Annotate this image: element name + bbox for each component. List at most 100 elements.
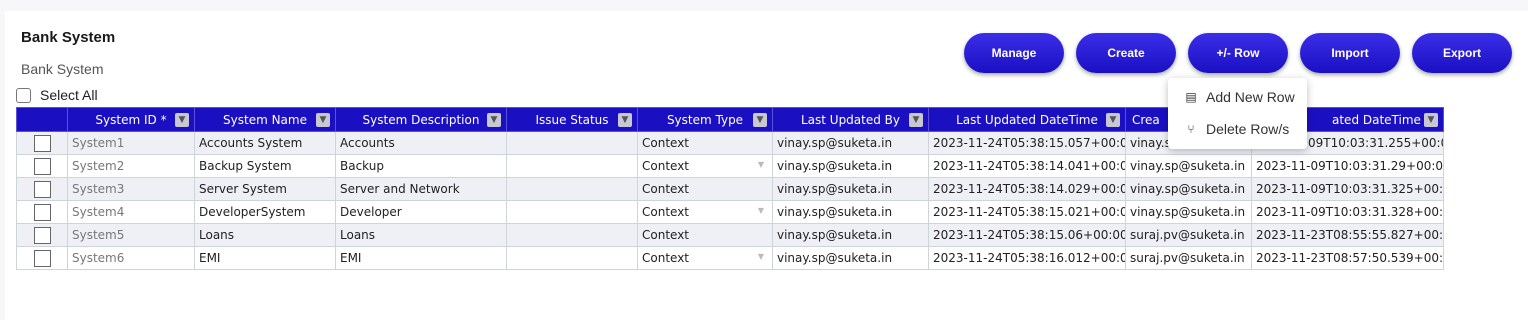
last-updated-datetime-cell[interactable]: 2023-11-24T05:38:14.041+00:00 bbox=[928, 154, 1126, 178]
menu-item-label: Delete Row/s bbox=[1206, 121, 1290, 137]
table-row[interactable]: System2 Backup System Backup Context ▼ vinay.… bbox=[16, 154, 1444, 178]
select-all-label: Select All bbox=[40, 87, 98, 103]
created-by-cell[interactable]: suraj.pv@suketa.in bbox=[1125, 246, 1252, 270]
system-id-cell[interactable]: System1 bbox=[67, 131, 195, 155]
row-checkbox[interactable] bbox=[33, 134, 51, 152]
issue-status-cell[interactable] bbox=[506, 177, 638, 201]
last-updated-by-cell[interactable]: vinay.sp@suketa.in bbox=[772, 154, 929, 178]
filter-icon[interactable]: ▼ bbox=[487, 113, 501, 127]
column-header-system-id[interactable]: System ID * ▼ bbox=[67, 107, 195, 132]
system-type-cell[interactable]: Context bbox=[637, 177, 773, 201]
system-description-cell[interactable]: Loans bbox=[335, 223, 507, 247]
system-description-cell[interactable]: Accounts bbox=[335, 131, 507, 155]
row-checkbox[interactable] bbox=[33, 157, 51, 175]
manage-button[interactable]: Manage bbox=[964, 33, 1064, 73]
created-datetime-cell[interactable]: 2023-11-09T10:03:31.328+00:00 bbox=[1251, 200, 1444, 224]
row-button[interactable]: +/- Row bbox=[1188, 33, 1288, 73]
system-description-cell[interactable]: Backup bbox=[335, 154, 507, 178]
column-header-issue-status[interactable]: Issue Status ▼ bbox=[506, 107, 638, 132]
dropdown-arrow-icon[interactable]: ▼ bbox=[758, 252, 764, 261]
table-row[interactable]: System6 EMI EMI Context ▼ vinay.sp@suketa.in 2… bbox=[16, 246, 1444, 270]
add-new-row-menu-item[interactable]: ▤ Add New Row bbox=[1168, 82, 1307, 112]
issue-status-cell[interactable] bbox=[506, 246, 638, 270]
system-id-cell[interactable]: System3 bbox=[67, 177, 195, 201]
cell-text: 2023-11-09T10:03:31.328+00:00 bbox=[1256, 205, 1444, 219]
delete-rows-menu-item[interactable]: ⑂ Delete Row/s bbox=[1168, 114, 1307, 144]
system-name-cell[interactable]: Loans bbox=[194, 223, 336, 247]
system-name-cell[interactable]: DeveloperSystem bbox=[194, 200, 336, 224]
system-name-cell[interactable]: Server System bbox=[194, 177, 336, 201]
system-name-cell[interactable]: EMI bbox=[194, 246, 336, 270]
created-by-cell[interactable]: vinay.sp@suketa.in bbox=[1125, 154, 1252, 178]
created-datetime-cell[interactable]: 2023-11-23T08:55:55.827+00:00 bbox=[1251, 223, 1444, 247]
system-id-cell[interactable]: System6 bbox=[67, 246, 195, 270]
system-id-cell[interactable]: System4 bbox=[67, 200, 195, 224]
last-updated-by-cell[interactable]: vinay.sp@suketa.in bbox=[772, 246, 929, 270]
table-row[interactable]: System5 Loans Loans Context vinay.sp@suketa.… bbox=[16, 223, 1444, 247]
last-updated-datetime-cell[interactable]: 2023-11-24T05:38:14.029+00:00 bbox=[928, 177, 1126, 201]
created-datetime-cell[interactable]: 2023-11-23T08:57:50.539+00:00 bbox=[1251, 246, 1444, 270]
filter-icon[interactable]: ▼ bbox=[175, 113, 189, 127]
last-updated-datetime-cell[interactable]: 2023-11-24T05:38:15.06+00:00 bbox=[928, 223, 1126, 247]
select-all[interactable]: Select All bbox=[16, 87, 98, 103]
system-description-cell[interactable]: Developer bbox=[335, 200, 507, 224]
issue-status-cell[interactable] bbox=[506, 200, 638, 224]
last-updated-datetime-cell[interactable]: 2023-11-24T05:38:16.012+00:00 bbox=[928, 246, 1126, 270]
last-updated-by-cell[interactable]: vinay.sp@suketa.in bbox=[772, 177, 929, 201]
last-updated-datetime-cell[interactable]: 2023-11-24T05:38:15.021+00:00 bbox=[928, 200, 1126, 224]
dropdown-arrow-icon[interactable]: ▼ bbox=[758, 206, 764, 215]
system-type-cell[interactable]: Context bbox=[637, 131, 773, 155]
filter-icon[interactable]: ▼ bbox=[909, 113, 923, 127]
last-updated-by-cell[interactable]: vinay.sp@suketa.in bbox=[772, 223, 929, 247]
row-checkbox[interactable] bbox=[33, 249, 51, 267]
table-row[interactable]: System3 Server System Server and Network Co… bbox=[16, 177, 1444, 201]
created-by-cell[interactable]: vinay.sp@suketa.in bbox=[1125, 177, 1252, 201]
table-row[interactable]: System4 DeveloperSystem Developer Context ▼ v… bbox=[16, 200, 1444, 224]
created-datetime-cell[interactable]: 2023-11-09T10:03:31.29+00:00 bbox=[1251, 154, 1444, 178]
filter-icon[interactable]: ▼ bbox=[618, 113, 632, 127]
delete-icon: ⑂ bbox=[1187, 122, 1195, 136]
filter-icon[interactable]: ▼ bbox=[316, 113, 330, 127]
last-updated-by-cell[interactable]: vinay.sp@suketa.in bbox=[772, 131, 929, 155]
column-header-last-updated-by[interactable]: Last Updated By ▼ bbox=[772, 107, 929, 132]
column-header-system-type[interactable]: System Type ▼ bbox=[637, 107, 773, 132]
system-type-cell[interactable]: Context ▼ bbox=[637, 200, 773, 224]
system-description-cell[interactable]: EMI bbox=[335, 246, 507, 270]
row-select-cell bbox=[16, 200, 68, 224]
last-updated-by-cell[interactable]: vinay.sp@suketa.in bbox=[772, 200, 929, 224]
cell-text: Context bbox=[642, 251, 690, 265]
create-button[interactable]: Create bbox=[1076, 33, 1176, 73]
column-header-last-updated-datetime[interactable]: Last Updated DateTime ▼ bbox=[928, 107, 1126, 132]
system-type-cell[interactable]: Context ▼ bbox=[637, 154, 773, 178]
system-type-cell[interactable]: Context ▼ bbox=[637, 246, 773, 270]
system-id-cell[interactable]: System2 bbox=[67, 154, 195, 178]
system-description-cell[interactable]: Server and Network bbox=[335, 177, 507, 201]
issue-status-cell[interactable] bbox=[506, 131, 638, 155]
system-name-cell[interactable]: Accounts System bbox=[194, 131, 336, 155]
filter-icon[interactable]: ▼ bbox=[753, 113, 767, 127]
cell-text: Backup System bbox=[199, 159, 292, 173]
system-type-cell[interactable]: Context bbox=[637, 223, 773, 247]
row-checkbox[interactable] bbox=[33, 203, 51, 221]
created-datetime-cell[interactable]: 2023-11-09T10:03:31.325+00:00 bbox=[1251, 177, 1444, 201]
created-by-cell[interactable]: suraj.pv@suketa.in bbox=[1125, 223, 1252, 247]
filter-icon[interactable]: ▼ bbox=[1424, 113, 1438, 127]
created-by-cell[interactable]: vinay.sp@suketa.in bbox=[1125, 200, 1252, 224]
export-button[interactable]: Export bbox=[1412, 33, 1512, 73]
row-checkbox[interactable] bbox=[33, 226, 51, 244]
import-button[interactable]: Import bbox=[1300, 33, 1400, 73]
last-updated-datetime-cell[interactable]: 2023-11-24T05:38:15.057+00:00 bbox=[928, 131, 1126, 155]
column-header-system-name[interactable]: System Name ▼ bbox=[194, 107, 336, 132]
cell-text: Accounts bbox=[340, 136, 395, 150]
column-header-system-description[interactable]: System Description ▼ bbox=[335, 107, 507, 132]
system-id-cell[interactable]: System5 bbox=[67, 223, 195, 247]
cell-text: Context bbox=[642, 182, 690, 196]
system-name-cell[interactable]: Backup System bbox=[194, 154, 336, 178]
issue-status-cell[interactable] bbox=[506, 154, 638, 178]
issue-status-cell[interactable] bbox=[506, 223, 638, 247]
row-checkbox[interactable] bbox=[33, 180, 51, 198]
cell-text: 2023-11-09T10:03:31.325+00:00 bbox=[1256, 182, 1444, 196]
filter-icon[interactable]: ▼ bbox=[1106, 113, 1120, 127]
dropdown-arrow-icon[interactable]: ▼ bbox=[758, 160, 764, 169]
select-all-checkbox[interactable] bbox=[16, 87, 31, 103]
